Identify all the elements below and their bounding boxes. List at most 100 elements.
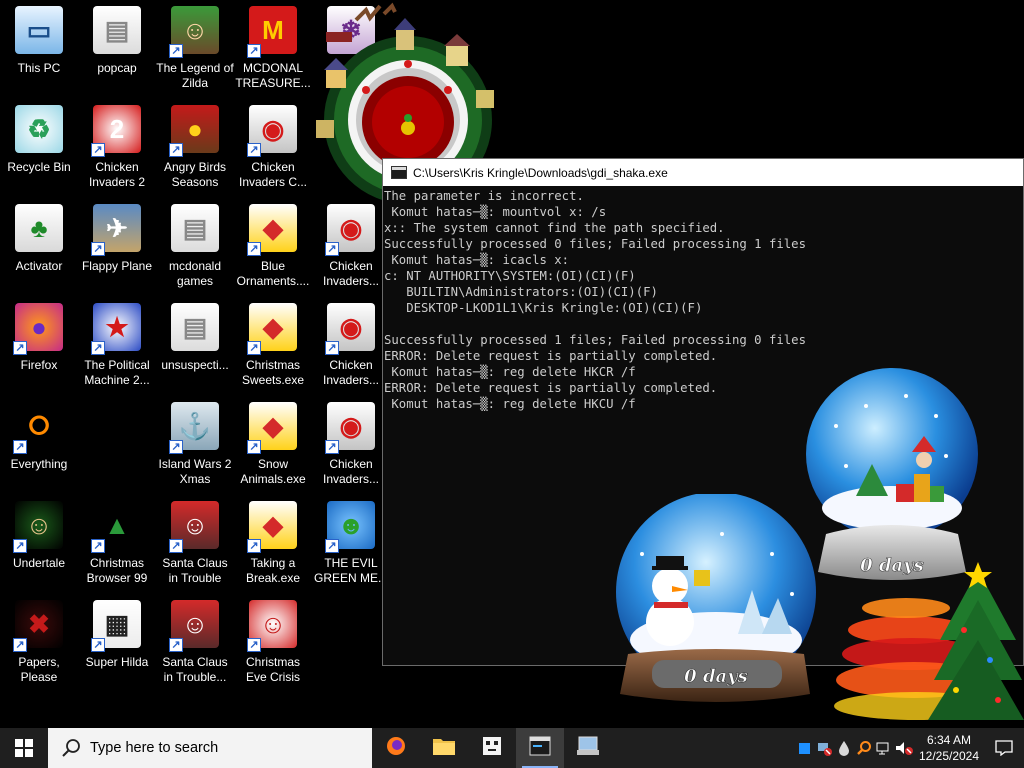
tray-square-icon[interactable] (794, 728, 814, 768)
shortcut-arrow-icon: ↗ (91, 143, 105, 157)
action-center-button[interactable] (984, 728, 1024, 768)
desktop-icon-label: mcdonald games (168, 259, 222, 288)
msn-icon: ☻ ↗ (325, 501, 375, 553)
desktop-icon[interactable]: ☺ ↗ The Legend of Zilda (156, 2, 234, 98)
super-hilda-icon (481, 735, 503, 762)
snowglobe-small-decoration: 0 days (616, 494, 816, 702)
desktop-icon[interactable]: ✈ ↗ Flappy Plane (78, 200, 156, 296)
shortcut-arrow-icon: ↗ (169, 539, 183, 553)
desktop-icon[interactable]: ◆ ↗ Taking a Break.exe (234, 497, 312, 593)
folder-icon (432, 736, 456, 761)
desktop-icon[interactable]: ☺↗Santa Claus in Trouble... A... (156, 596, 234, 692)
activator-icon: ♣ (15, 204, 63, 252)
shortcut-arrow-icon: ↗ (325, 440, 339, 454)
desktop-icon-label: Christmas Browser 99 (86, 556, 148, 585)
desktop-icon[interactable]: ★ ↗ The Political Machine 2... (78, 299, 156, 395)
desktop-icon[interactable]: ▲ ↗ Christmas Browser 99 (78, 497, 156, 593)
console-line: Successfully processed 0 files; Failed p… (384, 237, 806, 251)
taskbar-super-hilda[interactable] (468, 728, 516, 768)
everything-icon: ⭘ ↗ (13, 402, 63, 454)
chicken-invaders-icon: ◉ ↗ (325, 204, 375, 256)
clock-time: 6:34 AM (926, 733, 972, 747)
desktop-icon[interactable]: ◉ ↗ Chicken Invaders... (312, 398, 390, 494)
exe-icon: ◆ ↗ (247, 303, 297, 355)
console-line: Komut hatas─▒: mountvol x: /s (384, 205, 607, 219)
mcdonalds-icon: M ↗ (247, 6, 297, 58)
desktop-icon-label: popcap (97, 61, 137, 75)
desktop-icon[interactable]: ☺ ↗ Undertale (0, 497, 78, 593)
taskbar-control-panel[interactable] (564, 728, 612, 768)
desktop-icon[interactable]: ◉ ↗ Chicken Invaders... (312, 299, 390, 395)
santa-claus-icon: ☺ ↗ (169, 501, 219, 553)
shortcut-arrow-icon: ↗ (325, 341, 339, 355)
island-wars-icon: ⚓ ↗ (169, 402, 219, 454)
desktop-icon[interactable]: ☻ ↗ THE EVIL GREEN ME... (312, 497, 390, 593)
shortcut-arrow-icon: ↗ (325, 539, 339, 553)
desktop-icon[interactable]: ✖ ↗ Papers, Please (0, 596, 78, 692)
desktop-icon[interactable]: ◆ ↗ Snow Animals.exe (234, 398, 312, 494)
exe-icon: ◆ ↗ (247, 204, 297, 256)
console-line: c: NT AUTHORITY\SYSTEM:(OI)(CI)(F) (384, 269, 636, 283)
desktop-icon[interactable]: ◆ ↗ Blue Ornaments.... (234, 200, 312, 296)
desktop-icon[interactable]: ♣ Activator (0, 200, 78, 296)
desktop-icon-label: The Legend of Zilda (156, 61, 234, 90)
taskbar-clock[interactable]: 6:34 AM 12/25/2024 (914, 732, 984, 764)
desktop-icon[interactable]: ● ↗ Firefox (0, 299, 78, 395)
tray-network-icon[interactable] (874, 728, 894, 768)
tray-droplet-icon[interactable] (834, 728, 854, 768)
desktop-icon[interactable]: ☺ ↗ Santa Claus in Trouble (156, 497, 234, 593)
shortcut-arrow-icon: ↗ (247, 539, 261, 553)
taskbar-console[interactable] (516, 728, 564, 768)
papers-please-icon: ✖ ↗ (13, 600, 63, 652)
desktop-icon-label: The Political Machine 2... (84, 358, 150, 387)
shortcut-arrow-icon: ↗ (13, 440, 27, 454)
desktop-icon-label: Angry Birds Seasons (163, 160, 227, 189)
angry-birds-icon: ● ↗ (169, 105, 219, 157)
desktop-icon-label: Everything (10, 457, 68, 471)
tray-search-orange-icon[interactable] (854, 728, 874, 768)
desktop-icon[interactable]: ▤ unsuspecti... (156, 299, 234, 395)
start-button[interactable] (0, 728, 48, 768)
taskbar-firefox[interactable] (372, 728, 420, 768)
this-pc-icon: ▭ (15, 6, 63, 54)
console-title: C:\Users\Kris Kringle\Downloads\gdi_shak… (413, 165, 668, 180)
shortcut-arrow-icon: ↗ (13, 638, 27, 652)
shortcut-arrow-icon: ↗ (91, 539, 105, 553)
desktop-icon[interactable]: ▤ mcdonald games (156, 200, 234, 296)
tray-network-blocked-icon[interactable] (814, 728, 834, 768)
console-icon (529, 736, 551, 761)
desktop-icon[interactable]: ▤ popcap (78, 2, 156, 98)
desktop-icon[interactable]: ⚓ ↗ Island Wars 2 Xmas (156, 398, 234, 494)
search-placeholder: Type here to search (90, 740, 219, 756)
shortcut-arrow-icon: ↗ (169, 44, 183, 58)
shortcut-arrow-icon: ↗ (13, 539, 27, 553)
taskbar-file-explorer[interactable] (420, 728, 468, 768)
desktop-icon[interactable]: ▭ This PC (0, 2, 78, 98)
shortcut-arrow-icon: ↗ (169, 638, 183, 652)
tray-volume-muted-icon[interactable] (894, 728, 914, 768)
desktop-icon-label: Chicken Invaders... (322, 358, 380, 387)
political-machine-icon: ★ ↗ (91, 303, 141, 355)
desktop-icon-label: Undertale (12, 556, 66, 570)
desktop-icon[interactable]: ♻ Recycle Bin (0, 101, 78, 197)
desktop-icon-label: Super Hilda (85, 655, 149, 669)
console-line: The parameter is incorrect. (384, 189, 584, 203)
console-line: ERROR: Delete request is partially compl… (384, 349, 718, 363)
taskbar-search-box[interactable]: Type here to search (48, 728, 372, 768)
recycle-bin-icon: ♻ (15, 105, 63, 153)
control-panel-icon (576, 735, 600, 762)
desktop-icon[interactable]: 2 ↗ Chicken Invaders 2 (78, 101, 156, 197)
desktop-icon[interactable]: ⭘ ↗ Everything (0, 398, 78, 494)
desktop-icon[interactable]: ▦ ↗ Super Hilda (78, 596, 156, 692)
shortcut-arrow-icon: ↗ (91, 242, 105, 256)
desktop-icon[interactable]: ● ↗ Angry Birds Seasons (156, 101, 234, 197)
console-titlebar[interactable]: C:\Users\Kris Kringle\Downloads\gdi_shak… (383, 159, 1023, 186)
santa-icon: ☺ ↗ (247, 600, 297, 652)
desktop-icon[interactable]: ◆ ↗ Christmas Sweets.exe (234, 299, 312, 395)
taskbar: Type here to search 6:34 AM 12/25/2024 (0, 728, 1024, 768)
console-line: Successfully processed 1 files; Failed p… (384, 333, 806, 347)
desktop-icon[interactable]: ☺ ↗ Christmas Eve Crisis (234, 596, 312, 692)
desktop-icon[interactable]: ◉ ↗ Chicken Invaders... (312, 200, 390, 296)
taskbar-apps (372, 728, 612, 768)
